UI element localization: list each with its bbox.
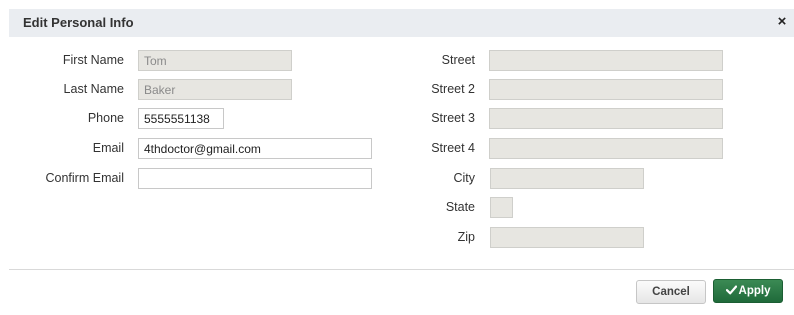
street2-field[interactable] — [489, 79, 723, 100]
first-name-field[interactable] — [138, 50, 292, 71]
zip-label: Zip — [457, 230, 475, 244]
confirm-email-field[interactable] — [138, 168, 372, 189]
check-icon — [725, 285, 737, 295]
phone-field[interactable] — [138, 108, 224, 129]
close-icon[interactable]: × — [773, 12, 791, 32]
street4-field[interactable] — [489, 138, 723, 159]
email-label: Email — [92, 141, 124, 155]
street3-field[interactable] — [489, 108, 723, 129]
apply-button[interactable]: Apply — [713, 279, 783, 303]
last-name-label: Last Name — [63, 82, 124, 96]
street-field[interactable] — [489, 50, 723, 71]
zip-field[interactable] — [490, 227, 644, 248]
apply-button-label: Apply — [738, 285, 771, 297]
street-label: Street — [441, 53, 475, 67]
street4-label: Street 4 — [431, 141, 475, 155]
phone-label: Phone — [87, 111, 124, 125]
footer-divider — [9, 269, 794, 270]
email-field[interactable] — [138, 138, 372, 159]
dialog-titlebar: Edit Personal Info × — [9, 9, 794, 37]
dialog-title: Edit Personal Info — [23, 15, 134, 30]
state-label: State — [445, 200, 475, 214]
street2-label: Street 2 — [431, 82, 475, 96]
city-field[interactable] — [490, 168, 644, 189]
city-label: City — [453, 171, 475, 185]
confirm-email-label: Confirm Email — [45, 171, 125, 185]
street3-label: Street 3 — [431, 111, 475, 125]
edit-personal-info-dialog: Edit Personal Info × First Name Last Nam… — [0, 0, 794, 315]
cancel-button[interactable]: Cancel — [636, 280, 706, 304]
last-name-field[interactable] — [138, 79, 292, 100]
state-field[interactable] — [490, 197, 513, 218]
first-name-label: First Name — [62, 53, 124, 67]
